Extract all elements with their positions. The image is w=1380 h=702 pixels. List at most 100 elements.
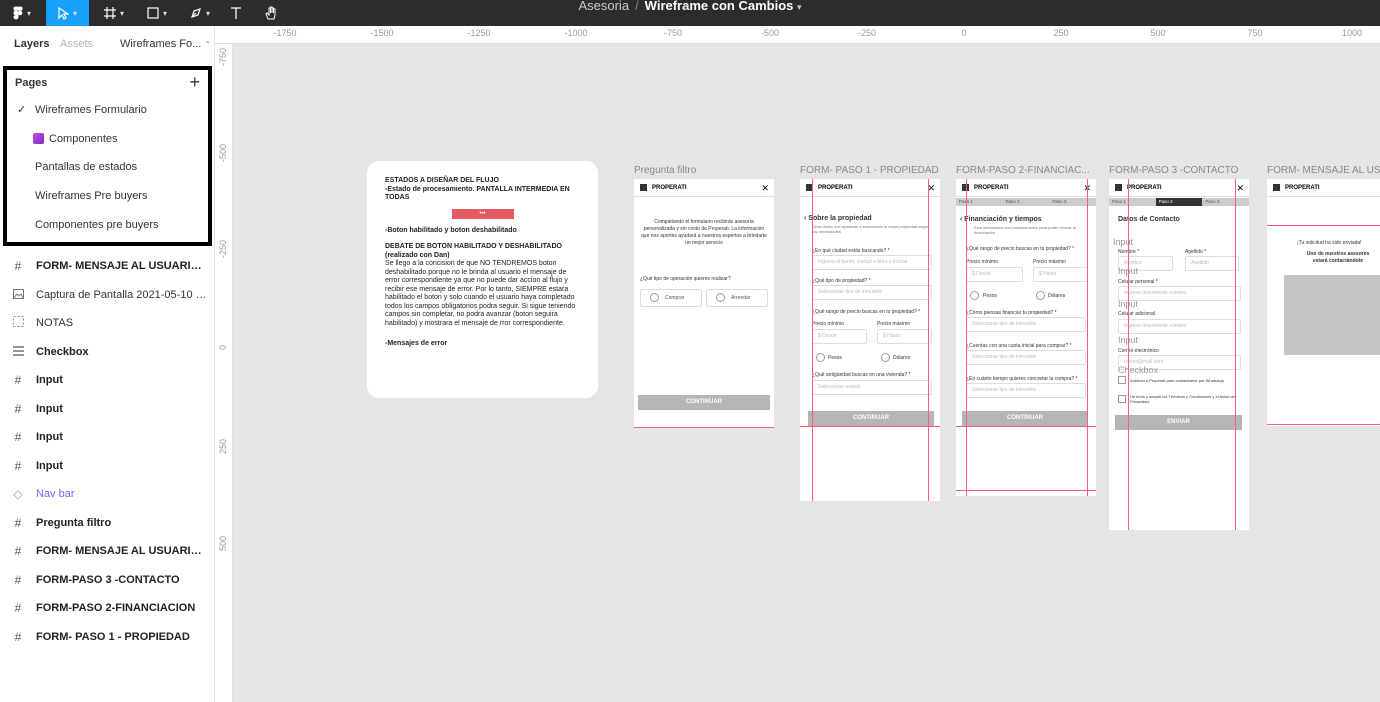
frame-label[interactable]: FORM- MENSAJE AL USU bbox=[1267, 165, 1380, 176]
radio-dolares[interactable] bbox=[881, 353, 890, 362]
frame-label[interactable]: FORM-PASO 2-FINANCIAC... bbox=[956, 165, 1090, 176]
layer-item[interactable]: # FORM- MENSAJE AL USUARIO - F... bbox=[0, 537, 214, 565]
min-price-input[interactable]: $ Desde bbox=[812, 329, 867, 344]
field-label: ¿Qué rango de precio buscas en tu propie… bbox=[812, 309, 921, 315]
continue-button[interactable]: CONTINUAR bbox=[808, 411, 934, 426]
radio-pesos[interactable] bbox=[970, 291, 979, 300]
whatsapp-checkbox[interactable] bbox=[1118, 376, 1126, 384]
layer-item[interactable]: # Input bbox=[0, 423, 214, 451]
page-item-pantallas-de-estados[interactable]: Pantallas de estados bbox=[35, 158, 137, 176]
auto-layout-icon bbox=[0, 345, 36, 359]
layer-item[interactable]: # Pregunta filtro bbox=[0, 509, 214, 537]
project-name[interactable]: Asesoria bbox=[578, 0, 629, 13]
layer-item[interactable]: NOTAS bbox=[0, 309, 214, 337]
layer-item[interactable]: # Input bbox=[0, 395, 214, 423]
field-label: ¿En cuánto tiempo quieres concretar la c… bbox=[966, 376, 1078, 382]
frame-mensaje-al-usuario[interactable]: PROPERATI ¡Tu solicitud ha sido enviada!… bbox=[1267, 179, 1380, 426]
down-payment-select[interactable]: Seleccionar tipo de inmueble bbox=[966, 350, 1086, 365]
guide-line bbox=[800, 426, 940, 427]
age-select[interactable]: Seleccionar estado bbox=[812, 380, 932, 395]
layer-item[interactable]: # FORM- MENSAJE AL USUARIO - F... bbox=[0, 252, 214, 280]
frame-label[interactable]: FORM- PASO 1 - PROPIEDAD bbox=[800, 165, 939, 176]
shape-tool-icon[interactable]: ▾ bbox=[136, 0, 178, 26]
close-icon[interactable]: ✕ bbox=[761, 179, 769, 197]
ruler-tick: -1500 bbox=[370, 28, 394, 38]
layer-item[interactable]: Checkbox bbox=[0, 338, 214, 366]
notes-title: ESTADOS A DISEÑAR DEL FLUJO bbox=[385, 177, 499, 184]
figma-menu-icon[interactable]: ▾ bbox=[0, 0, 44, 26]
option-comprar[interactable]: Comprar bbox=[640, 289, 702, 307]
send-button[interactable]: ENVIAR bbox=[1115, 415, 1242, 430]
radio-pesos[interactable] bbox=[816, 353, 825, 362]
chevron-down-icon[interactable]: ▾ bbox=[797, 2, 802, 12]
design-canvas[interactable]: ESTADOS A DISEÑAR DEL FLUJO -Estado de p… bbox=[233, 45, 1380, 702]
ruler-tick: -1750 bbox=[273, 28, 297, 38]
brand-logo: PROPERATI bbox=[1285, 185, 1320, 191]
close-icon[interactable]: ✕ bbox=[1236, 179, 1244, 197]
file-name[interactable]: Wireframe con Cambios bbox=[645, 0, 794, 13]
frame-paso-1-propiedad[interactable]: PROPERATI ✕ ‹ Sobre la propiedad Estos da… bbox=[800, 179, 940, 501]
brand-logo: PROPERATI bbox=[1127, 185, 1162, 191]
processing-button: ••• bbox=[451, 208, 514, 219]
hand-tool-icon[interactable] bbox=[254, 0, 288, 26]
text-tool-icon[interactable] bbox=[222, 0, 250, 26]
timeframe-select[interactable]: Seleccionar tipo de inmueble bbox=[966, 383, 1086, 398]
brand-logo: PROPERATI bbox=[818, 185, 853, 191]
terms-checkbox[interactable] bbox=[1118, 395, 1126, 403]
phone2-input[interactable]: Ingresa únicamente número bbox=[1118, 319, 1241, 334]
notes-debate-title: DEBATE DE BOTON HABILITADO Y DESHABILITA… bbox=[385, 243, 562, 259]
page-item-componentes-pre-buyers[interactable]: Componentes pre buyers bbox=[35, 216, 159, 234]
page-item-componentes[interactable]: Componentes bbox=[33, 130, 118, 148]
page-item-wireframes-formulario[interactable]: ✓ Wireframes Formulario bbox=[17, 101, 147, 119]
move-tool-icon[interactable]: ▾ bbox=[46, 0, 89, 26]
max-price-input[interactable]: $ Hasta bbox=[877, 329, 932, 344]
radio-dolares[interactable] bbox=[1036, 291, 1045, 300]
page-item-wireframes-pre-buyers[interactable]: Wireframes Pre buyers bbox=[35, 187, 147, 205]
section-title: Financiación y tiempos bbox=[964, 216, 1042, 223]
layer-item[interactable]: ◇ Nav bar bbox=[0, 480, 214, 508]
frame-paso-2-financiacion[interactable]: PROPERATI✕ Paso 1Paso 2Paso 3 ‹ Financia… bbox=[956, 179, 1096, 496]
max-price-input[interactable]: $ Hasta bbox=[1033, 267, 1088, 282]
financing-select[interactable]: Seleccionar tipo de inmueble bbox=[966, 317, 1086, 332]
guide-line bbox=[634, 427, 774, 428]
last-name-input[interactable]: Apellido bbox=[1185, 256, 1239, 271]
tab-assets[interactable]: Assets bbox=[60, 38, 93, 50]
guide-line bbox=[1235, 179, 1236, 530]
radio-label: Dólares bbox=[893, 355, 911, 361]
continue-button[interactable]: CONTINUAR bbox=[962, 411, 1088, 426]
field-label: Celular personal * bbox=[1118, 279, 1158, 285]
pen-tool-icon[interactable]: ▾ bbox=[180, 0, 220, 26]
min-price-input[interactable]: $ Desde bbox=[966, 267, 1023, 282]
frame-pregunta-filtro[interactable]: PROPERATI ✕ Completando el formulario rec… bbox=[634, 179, 774, 428]
frame-label[interactable]: FORM-PASO 3 -CONTACTO bbox=[1109, 165, 1238, 176]
guide-line bbox=[1128, 179, 1129, 530]
property-type-select[interactable]: Seleccionar tipo de inmueble bbox=[812, 285, 932, 300]
notes-card[interactable]: ESTADOS A DISEÑAR DEL FLUJO -Estado de p… bbox=[367, 161, 598, 398]
frame-label[interactable]: Pregunta filtro bbox=[634, 165, 696, 176]
layer-item[interactable]: # FORM- PASO 1 - PROPIEDAD bbox=[0, 623, 214, 651]
option-arrendar[interactable]: Arrendar bbox=[706, 289, 768, 307]
current-page-selector[interactable]: Wireframes Fo... ⌃ bbox=[120, 38, 211, 50]
ruler-horizontal: -1750 -1500 -1250 -1000 -750 -500 -250 0… bbox=[215, 26, 1380, 44]
back-title[interactable]: ‹ Sobre la propiedad bbox=[804, 215, 872, 222]
tab-layers[interactable]: Layers bbox=[14, 38, 49, 50]
continue-button[interactable]: CONTINUAR bbox=[638, 395, 770, 410]
add-page-icon[interactable]: + bbox=[189, 72, 200, 93]
frame-tool-icon[interactable]: ▾ bbox=[92, 0, 136, 26]
back-title[interactable]: ‹ Financiación y tiempos bbox=[960, 216, 1042, 223]
field-label: Precio máximo bbox=[877, 321, 911, 327]
notes-line: -Estado de procesamiento. PANTALLA INTER… bbox=[385, 185, 570, 202]
page-label: Componentes pre buyers bbox=[35, 219, 159, 231]
radio-label: Pesos bbox=[828, 355, 842, 361]
frame-icon: # bbox=[14, 516, 22, 530]
field-label: ¿En qué ciudad estás buscando? * bbox=[812, 248, 890, 254]
layer-item[interactable]: # FORM-PASO 3 -CONTACTO bbox=[0, 566, 214, 594]
layer-item[interactable]: # Input bbox=[0, 366, 214, 394]
pages-panel: Pages + ✓ Wireframes Formulario Component… bbox=[3, 66, 212, 246]
frame-paso-3-contacto[interactable]: PROPERATI ✕ Paso 1 Paso 2 Paso 3 Datos de C… bbox=[1109, 179, 1249, 530]
city-input[interactable]: Ingresa el barrio, ciudad o área a busca… bbox=[812, 255, 932, 270]
layer-item[interactable]: # Input bbox=[0, 452, 214, 480]
layer-item[interactable]: Captura de Pantalla 2021-05-10 a ... bbox=[0, 281, 214, 309]
step: Paso 3 bbox=[1049, 198, 1096, 206]
layer-item[interactable]: # FORM-PASO 2-FINANCIACION bbox=[0, 594, 214, 622]
